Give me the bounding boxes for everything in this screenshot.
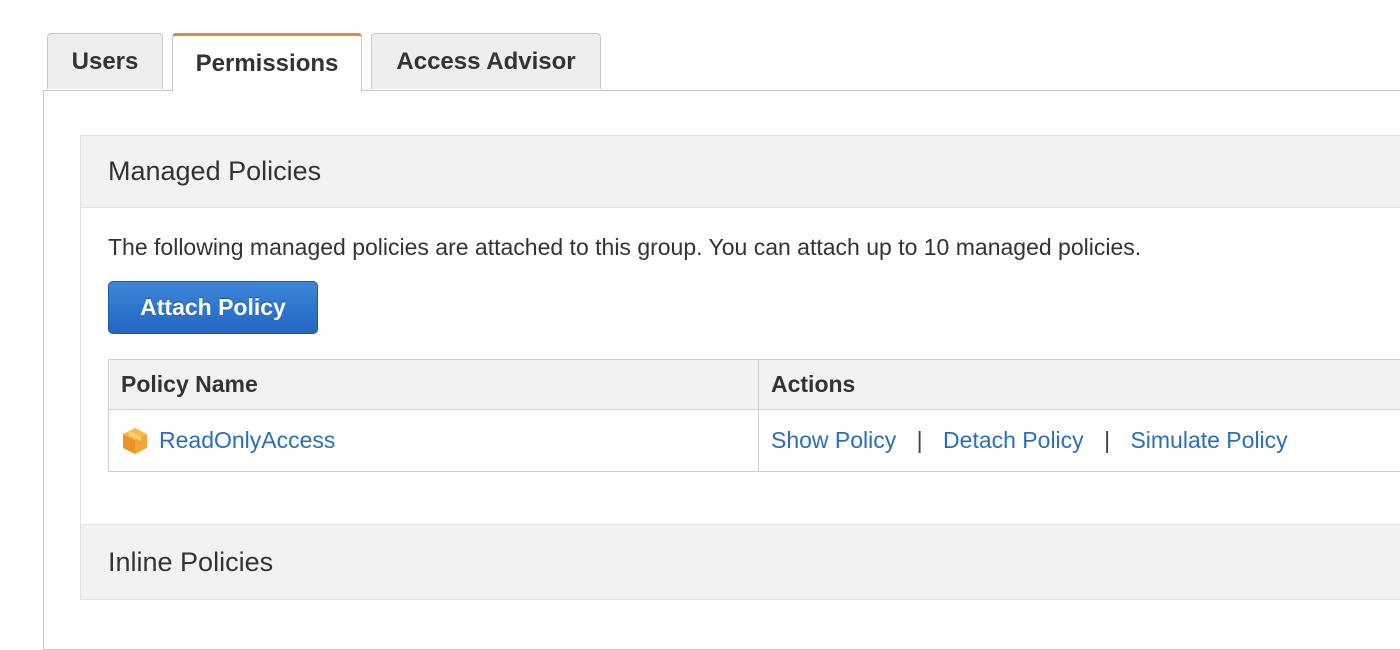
policy-box-icon (121, 426, 149, 456)
inline-policies-title: Inline Policies (81, 525, 1400, 599)
table-row: ReadOnlyAccess Show Policy | Detach Poli… (109, 410, 1400, 472)
policy-link-readonlyaccess[interactable]: ReadOnlyAccess (159, 427, 335, 454)
column-header-actions: Actions (759, 360, 1400, 410)
simulate-policy-link[interactable]: Simulate Policy (1130, 427, 1287, 453)
policies-table: Policy Name Actions (108, 359, 1400, 472)
tab-users[interactable]: Users (47, 33, 163, 89)
action-separator: | (917, 427, 923, 453)
policy-name-cell: ReadOnlyAccess (109, 410, 759, 472)
tab-access-advisor[interactable]: Access Advisor (371, 33, 601, 89)
show-policy-link[interactable]: Show Policy (771, 427, 896, 453)
policy-actions-cell: Show Policy | Detach Policy | Simulate P… (759, 410, 1400, 472)
managed-policies-title: Managed Policies (81, 136, 1400, 208)
column-header-policy-name: Policy Name (109, 360, 759, 410)
managed-policies-description: The following managed policies are attac… (108, 234, 1141, 261)
inline-policies-section[interactable]: Inline Policies (80, 524, 1400, 600)
action-separator: | (1104, 427, 1110, 453)
tab-permissions[interactable]: Permissions (172, 33, 362, 92)
managed-policies-section: Managed Policies The following managed p… (80, 135, 1400, 525)
attach-policy-button[interactable]: Attach Policy (108, 281, 318, 334)
detach-policy-link[interactable]: Detach Policy (943, 427, 1084, 453)
table-header-row: Policy Name Actions (109, 360, 1400, 410)
